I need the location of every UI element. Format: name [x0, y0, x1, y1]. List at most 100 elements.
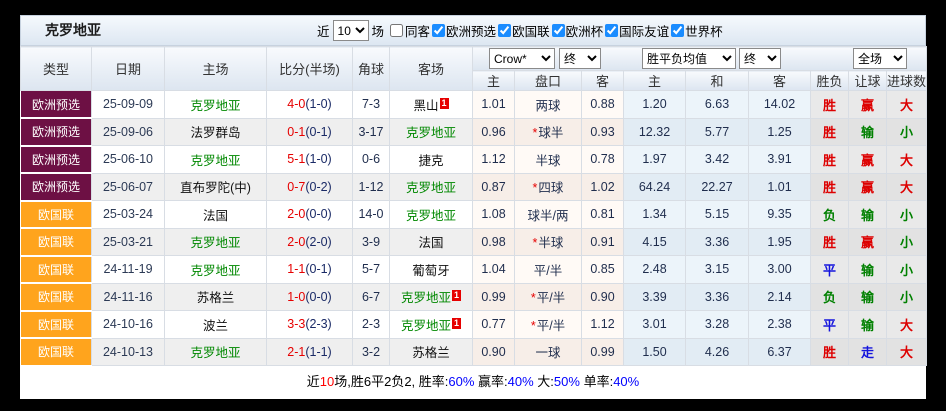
handicap-cell: *四球	[514, 172, 582, 201]
result-handicap-cell: 赢	[848, 145, 887, 174]
home-team-cell: 直布罗陀(中)	[164, 172, 267, 201]
avg-win-cell: 12.32	[623, 117, 686, 146]
away-team-cell: 捷克	[389, 145, 473, 174]
result-goals-cell: 小	[885, 117, 928, 146]
result-handicap-cell: 输	[848, 282, 887, 311]
result-handicap-cell: 赢	[848, 90, 887, 119]
league-filter-label: 世界杯	[685, 25, 723, 39]
star-marker: *	[530, 291, 536, 306]
avg-lose-cell: 14.02	[748, 90, 811, 119]
result-handicap-cell: 赢	[848, 227, 887, 256]
red-card-badge: 1	[452, 290, 462, 302]
handicap-cell: 两球	[514, 90, 582, 119]
result-handicap-cell: 走	[848, 337, 887, 366]
score-cell: 3-3(2-3)	[266, 310, 353, 339]
team-name: 克罗地亚	[190, 153, 241, 168]
score-cell: 2-0(2-0)	[266, 227, 353, 256]
team-name: 克罗地亚	[405, 208, 456, 223]
odds-home-cell: 0.87	[472, 172, 515, 201]
handicap-cell: *平/半	[514, 310, 582, 339]
avg-draw-cell: 4.26	[685, 337, 749, 366]
result-goals-cell: 小	[885, 200, 928, 229]
team-name: 葡萄牙	[412, 263, 450, 278]
league-filter-checkbox[interactable]	[671, 24, 685, 37]
sub-col-header-1: 盘口	[514, 70, 582, 91]
result-wdl-cell: 平	[810, 255, 849, 284]
team-name: 法国	[202, 208, 228, 223]
avg-final-select[interactable]: 终	[739, 48, 781, 69]
avg-lose-cell: 9.35	[748, 200, 811, 229]
league-cell: 欧国联	[20, 200, 92, 229]
odds-source-select[interactable]: Crow*	[489, 48, 555, 69]
league-filter-label: 国际友谊	[619, 25, 670, 39]
odds-away-cell: 1.02	[581, 172, 624, 201]
odds-home-cell: 0.77	[472, 310, 515, 339]
result-handicap-cell: 输	[848, 200, 887, 229]
team-name: 黑山	[413, 98, 439, 113]
avg-select[interactable]: 胜平负均值	[642, 48, 736, 69]
away-team-cell: 黑山 1	[389, 90, 473, 119]
col-header-score: 比分(半场)	[266, 46, 353, 91]
odds-home-cell: 1.08	[472, 200, 515, 229]
avg-draw-cell: 22.27	[685, 172, 749, 201]
avg-lose-cell: 2.14	[748, 282, 811, 311]
scope-select[interactable]: 全场	[853, 48, 907, 69]
match-count-select[interactable]: 10	[332, 20, 369, 41]
filter-controls: 近 10 场 同客 欧洲预选 欧国联 欧洲杯 国际友谊 世界杯	[317, 16, 723, 45]
toolbar: 克罗地亚 近 10 场 同客 欧洲预选 欧国联 欧洲杯 国际友谊 世界杯	[20, 15, 926, 46]
match-row: 欧国联 25-03-24 法国 2-0(0-0) 14-0 克罗地亚 1.08 球半/两 0.8…	[20, 200, 928, 229]
team-name: 法罗群岛	[190, 126, 241, 141]
league-filter-checkbox[interactable]	[605, 24, 619, 37]
avg-win-cell: 1.97	[623, 145, 686, 174]
same-venue-checkbox[interactable]	[390, 24, 404, 37]
avg-win-cell: 3.01	[623, 310, 686, 339]
corner-cell: 14-0	[352, 200, 390, 229]
avg-lose-cell: 1.95	[748, 227, 811, 256]
odds-home-cell: 0.96	[472, 117, 515, 146]
home-team-cell: 法国	[164, 200, 267, 229]
match-row: 欧国联 24-11-19 克罗地亚 1-1(0-1) 5-7 葡萄牙 1.04 平/半 0.85…	[20, 255, 928, 284]
team-name: 克罗地亚	[190, 98, 241, 113]
league-filter-checkbox[interactable]	[551, 24, 565, 37]
score-cell: 1-0(0-0)	[266, 282, 353, 311]
star-marker: *	[532, 126, 538, 141]
score-cell: 0-1(0-1)	[266, 117, 353, 146]
date-cell: 24-10-13	[91, 337, 165, 366]
odds-away-cell: 0.78	[581, 145, 624, 174]
handicap-cell: *平/半	[514, 282, 582, 311]
match-row: 欧国联 24-11-16 苏格兰 1-0(0-0) 6-7 克罗地亚 1 0.99 *平/半 0.…	[20, 282, 928, 312]
league-cell: 欧国联	[20, 310, 92, 339]
match-row: 欧国联 24-10-16 波兰 3-3(2-3) 2-3 克罗地亚 1 0.77 *平/半 1.1…	[20, 310, 928, 339]
league-filter-item: 欧洲杯	[550, 21, 603, 40]
summary-footer: 近10场,胜6平2负2, 胜率:60% 赢率:40% 大:50% 单率:40%	[20, 366, 926, 399]
league-filter-checkbox[interactable]	[498, 24, 512, 37]
summary-part: 近	[306, 373, 320, 389]
star-marker: *	[532, 181, 538, 196]
col-header-type: 类型	[20, 46, 92, 91]
team-name: 克罗地亚	[190, 236, 241, 251]
summary-part: 大:	[533, 373, 554, 389]
sub-col-header-6: 胜负	[810, 70, 849, 91]
avg-lose-cell: 1.01	[748, 172, 811, 201]
away-team-cell: 克罗地亚 1	[389, 310, 473, 339]
result-wdl-cell: 负	[810, 282, 849, 311]
away-team-cell: 葡萄牙	[389, 255, 473, 284]
match-row: 欧国联 25-03-21 克罗地亚 2-0(2-0) 3-9 法国 0.98 *半球 0.91 4…	[20, 227, 928, 257]
date-cell: 24-11-16	[91, 282, 165, 311]
avg-draw-cell: 3.28	[685, 310, 749, 339]
summary-part: 单率:	[579, 373, 614, 389]
sub-col-header-7: 让球	[848, 70, 887, 91]
result-wdl-cell: 负	[810, 200, 849, 229]
league-filter-group: 欧洲预选 欧国联 欧洲杯 国际友谊 世界杯	[430, 21, 723, 40]
league-filter-item: 国际友谊	[603, 21, 669, 40]
result-wdl-cell: 胜	[810, 117, 849, 146]
league-cell: 欧洲预选	[20, 90, 92, 119]
odds-final-select[interactable]: 终	[559, 48, 601, 69]
league-filter-checkbox[interactable]	[432, 24, 446, 37]
odds-home-cell: 0.98	[472, 227, 515, 256]
col-header-corner: 角球	[352, 46, 390, 91]
odds-away-cell: 0.90	[581, 282, 624, 311]
home-team-cell: 克罗地亚	[164, 227, 267, 256]
result-handicap-cell: 输	[848, 117, 887, 146]
result-goals-cell: 小	[885, 227, 928, 256]
